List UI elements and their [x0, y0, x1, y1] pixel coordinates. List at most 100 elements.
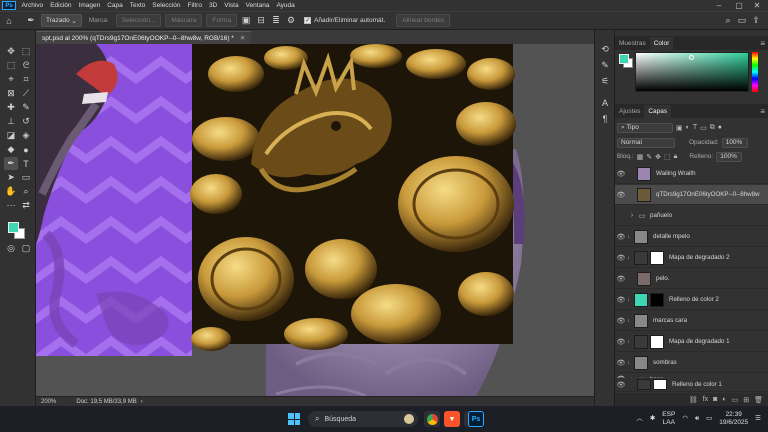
- color-picker-cursor[interactable]: [689, 55, 694, 60]
- quick-mask-icon[interactable]: ◎: [4, 242, 18, 255]
- pen-tool-preset-icon[interactable]: ✒: [25, 15, 37, 27]
- minimize-icon[interactable]: –: [710, 0, 728, 11]
- filter-smart-icon[interactable]: ⧉: [710, 124, 715, 132]
- add-mask-icon[interactable]: ◙: [713, 396, 717, 403]
- screen-mode-icon[interactable]: ▢: [19, 242, 33, 255]
- document-canvas[interactable]: [36, 44, 594, 396]
- share-icon[interactable]: ⇪: [750, 15, 762, 27]
- layer-row[interactable]: 👁︎ ↓ marcas cara: [615, 311, 768, 331]
- zoom-tool-icon[interactable]: ⌕: [19, 185, 33, 198]
- layer-row[interactable]: 👁︎ ↓ Mapa de degradado 2: [615, 248, 768, 268]
- fx-icon[interactable]: fx: [703, 396, 708, 403]
- menu-seleccion[interactable]: Selección: [149, 2, 184, 9]
- layer-row[interactable]: 👁︎ ↓ sombras: [615, 353, 768, 373]
- lock-pixels-icon[interactable]: ✎: [646, 153, 652, 161]
- new-group-icon[interactable]: ▭: [732, 396, 739, 404]
- paragraph-panel-icon[interactable]: ¶: [598, 112, 612, 126]
- visibility-eye-icon[interactable]: 👁︎: [615, 254, 627, 262]
- blur-tool-icon[interactable]: ◆: [4, 143, 18, 156]
- menu-ventana[interactable]: Ventana: [242, 2, 273, 9]
- eraser-tool-icon[interactable]: ◪: [4, 129, 18, 142]
- volume-icon[interactable]: 🔊︎: [695, 415, 699, 423]
- visibility-eye-icon[interactable]: 👁︎: [615, 233, 627, 241]
- menu-3d[interactable]: 3D: [205, 2, 220, 9]
- healing-brush-tool-icon[interactable]: ✚: [4, 101, 18, 114]
- menu-edicion[interactable]: Edición: [47, 2, 75, 9]
- hand-tool-icon[interactable]: ✋: [4, 185, 18, 198]
- frame-tool-icon[interactable]: ⊠: [4, 87, 18, 100]
- home-icon[interactable]: ⌂: [3, 15, 15, 27]
- battery-icon[interactable]: ▭: [706, 415, 712, 423]
- new-layer-icon[interactable]: ⊞: [743, 396, 749, 404]
- wifi-icon[interactable]: ◠: [682, 415, 688, 423]
- auto-add-delete-checkbox[interactable]: ✓ Añadir/Eliminar automát.: [301, 14, 388, 27]
- clock[interactable]: 22:39 19/6/2025: [719, 411, 748, 427]
- swap-colors-icon[interactable]: ⇄: [19, 199, 33, 212]
- delete-layer-icon[interactable]: 🗑︎: [754, 396, 763, 404]
- search-icon[interactable]: ⌕: [722, 15, 734, 27]
- tab-color[interactable]: Color: [649, 37, 674, 50]
- photoshop-taskbar-icon[interactable]: Ps: [468, 411, 484, 427]
- tab-swatches[interactable]: Muestras: [615, 37, 650, 50]
- type-tool-icon[interactable]: T: [19, 157, 33, 170]
- menu-vista[interactable]: Vista: [221, 2, 242, 9]
- menu-filtro[interactable]: Filtro: [184, 2, 205, 9]
- workspace-icon[interactable]: ▭: [736, 15, 748, 27]
- tab-adjustments[interactable]: Ajustes: [615, 105, 644, 118]
- foreground-color-swatch[interactable]: [8, 222, 19, 233]
- status-arrow-icon[interactable]: ›: [141, 399, 143, 405]
- hue-slider[interactable]: [752, 52, 758, 92]
- artboard-tool-icon[interactable]: ⬚: [19, 45, 33, 58]
- layer-row[interactable]: 👁︎ ↓ Mapa de degradado 1: [615, 332, 768, 352]
- history-panel-icon[interactable]: ⟲: [598, 42, 612, 56]
- menu-capa[interactable]: Capa: [104, 2, 127, 9]
- menu-archivo[interactable]: Archivo: [18, 2, 47, 9]
- filter-type-icon[interactable]: T: [693, 124, 697, 131]
- mode-dropdown[interactable]: Trazado ⌄: [41, 14, 82, 27]
- settings-gear-icon[interactable]: ⚙: [285, 15, 297, 27]
- marquee-tool-icon[interactable]: ⬚: [4, 59, 18, 72]
- lock-all-icon[interactable]: 🔒︎: [674, 153, 678, 161]
- notifications-icon[interactable]: ☰: [755, 415, 761, 423]
- brush-tool-icon[interactable]: ✎: [19, 101, 33, 114]
- layer-row[interactable]: 👁︎ Relleno de color 1: [615, 378, 768, 392]
- close-tab-icon[interactable]: ✕: [240, 34, 245, 42]
- path-alignment-icon[interactable]: ⊟: [255, 15, 267, 27]
- visibility-eye-icon[interactable]: 👁︎: [615, 381, 627, 389]
- zoom-level[interactable]: 200%: [41, 399, 56, 405]
- close-icon[interactable]: ✕: [748, 0, 766, 11]
- visibility-eye-icon[interactable]: 👁︎: [615, 170, 627, 178]
- align-edges-button[interactable]: Alinear bordes: [396, 14, 451, 27]
- opacity-input[interactable]: 100%: [721, 137, 748, 148]
- filter-adjustment-icon[interactable]: ◐: [686, 124, 690, 131]
- layer-row[interactable]: 👁︎ pelo.: [615, 269, 768, 289]
- pen-tool-icon[interactable]: ✒: [4, 157, 18, 170]
- layer-row-selected[interactable]: 👁︎ qTDrs9g17OnE06tyOOKP--0--8hw8w: [615, 185, 768, 205]
- move-tool-icon[interactable]: ✥: [4, 45, 18, 58]
- paint-bucket-tool-icon[interactable]: ◈: [19, 129, 33, 142]
- layer-row[interactable]: 👁︎ Wailing Wraith: [615, 164, 768, 184]
- fill-input[interactable]: 100%: [716, 151, 743, 162]
- layer-row[interactable]: 👁︎ ↓ detalle mpelo: [615, 227, 768, 247]
- lock-position-icon[interactable]: ✥: [655, 153, 661, 161]
- filter-shape-icon[interactable]: ▭: [700, 124, 707, 132]
- layer-row[interactable]: 👁︎ ↓ Relleno de color 2: [615, 290, 768, 310]
- panel-menu-icon[interactable]: ≡: [760, 39, 765, 48]
- path-selection-tool-icon[interactable]: ➤: [4, 171, 18, 184]
- lock-artboard-icon[interactable]: ⬚: [664, 153, 671, 161]
- new-adjustment-icon[interactable]: ◐: [722, 396, 726, 403]
- eyedropper-tool-icon[interactable]: ⟋: [19, 87, 33, 100]
- document-tab[interactable]: spt.psd al 200% (qTDrs9g17OnE06tyOOKP--0…: [36, 31, 252, 44]
- color-panel-fg-swatch[interactable]: [619, 54, 629, 64]
- visibility-eye-icon[interactable]: 👁︎: [615, 359, 627, 367]
- character-panel-icon[interactable]: A: [598, 96, 612, 110]
- path-arrangement-icon[interactable]: ≣: [270, 15, 282, 27]
- link-layers-icon[interactable]: ⛓: [689, 396, 698, 404]
- visibility-eye-icon[interactable]: 👁︎: [615, 296, 627, 304]
- quick-select-tool-icon[interactable]: ⌖: [4, 73, 18, 86]
- brave-icon[interactable]: ▼: [444, 411, 460, 427]
- group-chevron-icon[interactable]: ›: [627, 212, 637, 219]
- visibility-eye-icon[interactable]: 👁︎: [615, 191, 627, 199]
- tray-expand-icon[interactable]: ︿: [636, 415, 643, 423]
- lasso-tool-icon[interactable]: ᘓ: [19, 59, 33, 72]
